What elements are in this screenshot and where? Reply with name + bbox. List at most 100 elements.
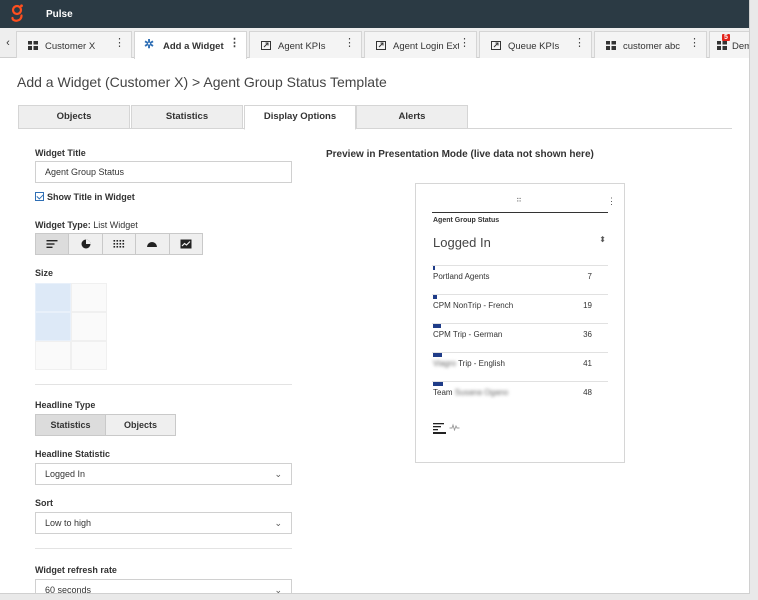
list-item: Viagro Trip - English 41 bbox=[432, 352, 608, 381]
pie-chart-icon bbox=[81, 239, 91, 249]
refresh-rate-select[interactable]: 60 seconds ⌄ bbox=[35, 579, 292, 594]
page-title: Add a Widget (Customer X) > Agent Group … bbox=[17, 74, 387, 90]
tab-menu-icon[interactable]: ⋮ bbox=[459, 38, 470, 49]
card-title-rule bbox=[432, 212, 608, 213]
refresh-rate-label: Widget refresh rate bbox=[35, 565, 117, 575]
list-view-icon[interactable] bbox=[433, 422, 444, 432]
sort-select[interactable]: Low to high ⌄ bbox=[35, 512, 292, 534]
headline-statistic-label: Headline Statistic bbox=[35, 449, 111, 459]
tab-label: Agent KPIs bbox=[278, 41, 326, 52]
list-item: Team Susana Ogano 48 bbox=[432, 381, 608, 410]
size-cell[interactable] bbox=[71, 341, 107, 370]
value-bar bbox=[433, 324, 441, 328]
redacted-text: Viagro bbox=[433, 359, 456, 368]
size-cell[interactable] bbox=[71, 312, 107, 341]
list-icon bbox=[46, 240, 58, 248]
gauge-widget-button[interactable] bbox=[136, 234, 170, 254]
tab-label: customer abc bbox=[623, 41, 681, 52]
grid-icon bbox=[717, 41, 727, 50]
tab-customer-x[interactable]: Customer X ⋮ bbox=[16, 31, 132, 58]
trend-view-icon[interactable] bbox=[449, 423, 460, 432]
redacted-text: Susana Ogano bbox=[454, 388, 509, 397]
drag-handle-icon[interactable]: ⠶ bbox=[516, 195, 522, 204]
notification-badge: 5 bbox=[722, 34, 730, 41]
list-item-value: 41 bbox=[583, 359, 592, 368]
list-item: CPM Trip - German 36 bbox=[432, 323, 608, 352]
list-item-name: Viagro Trip - English bbox=[433, 359, 505, 368]
tab-objects[interactable]: Objects bbox=[18, 105, 130, 129]
tab-label: Customer X bbox=[45, 41, 96, 52]
tab-agent-login-extended[interactable]: Agent Login Exter ⋮ bbox=[364, 31, 477, 58]
app-window: Pulse ‹ Customer X ⋮ ✲ Add a Widget ⋮ Ag… bbox=[0, 0, 750, 594]
tab-menu-icon[interactable]: ⋮ bbox=[229, 38, 240, 49]
show-title-label: Show Title in Widget bbox=[47, 192, 135, 202]
tab-queue-kpis[interactable]: Queue KPIs ⋮ bbox=[479, 31, 592, 58]
grid-icon bbox=[28, 41, 38, 50]
list-item-name: Team Susana Ogano bbox=[433, 388, 508, 397]
tab-customer-abc[interactable]: customer abc ⋮ bbox=[594, 31, 707, 58]
widget-title-input[interactable]: Agent Group Status bbox=[35, 161, 292, 183]
size-cell[interactable] bbox=[35, 283, 71, 312]
top-bar: Pulse bbox=[0, 0, 749, 28]
view-toggle bbox=[433, 421, 460, 434]
show-title-checkbox[interactable]: Show Title in Widget bbox=[35, 192, 135, 204]
grid-widget-button[interactable] bbox=[102, 234, 137, 254]
tab-menu-icon[interactable]: ⋮ bbox=[574, 38, 585, 49]
tab-statistics[interactable]: Statistics bbox=[131, 105, 243, 129]
grid-icon bbox=[606, 41, 616, 50]
tab-menu-icon[interactable]: ⋮ bbox=[689, 38, 700, 49]
value-bar bbox=[433, 382, 443, 386]
tab-menu-icon[interactable]: ⋮ bbox=[344, 38, 355, 49]
size-cell[interactable] bbox=[35, 312, 71, 341]
headline-statistic-value: Logged In bbox=[45, 469, 86, 479]
wizard-tabs: Objects Statistics Display Options Alert… bbox=[18, 105, 732, 130]
external-window-icon bbox=[376, 41, 386, 50]
tab-dem[interactable]: 5 Dem bbox=[709, 31, 749, 58]
active-view-underline bbox=[433, 432, 446, 434]
gauge-icon bbox=[147, 242, 158, 247]
checkbox-checked-icon[interactable] bbox=[35, 192, 44, 201]
chart-widget-button[interactable] bbox=[169, 234, 203, 254]
tab-label: Dem bbox=[732, 41, 749, 52]
external-window-icon bbox=[261, 41, 271, 50]
list-widget-button[interactable] bbox=[36, 234, 70, 254]
tab-menu-icon[interactable]: ⋮ bbox=[114, 38, 125, 49]
tab-display-options[interactable]: Display Options bbox=[244, 105, 356, 130]
refresh-rate-value: 60 seconds bbox=[45, 585, 92, 594]
size-label: Size bbox=[35, 268, 54, 278]
headline-statistic-select[interactable]: Logged In ⌄ bbox=[35, 463, 292, 485]
value-bar bbox=[433, 353, 442, 357]
list-item-name: CPM Trip - German bbox=[433, 330, 503, 339]
app-title: Pulse bbox=[46, 9, 73, 20]
size-picker[interactable] bbox=[35, 283, 107, 370]
size-cell[interactable] bbox=[35, 341, 71, 370]
chevron-down-icon: ⌄ bbox=[274, 585, 282, 594]
tab-add-a-widget[interactable]: ✲ Add a Widget ⋮ bbox=[134, 31, 247, 59]
headline-objects-button[interactable]: Objects bbox=[106, 415, 175, 435]
headline-statistics-button[interactable]: Statistics bbox=[36, 415, 106, 435]
section-divider bbox=[35, 384, 292, 385]
list-item-name-suffix: Trip - English bbox=[455, 359, 505, 368]
section-divider bbox=[35, 548, 292, 549]
sort-arrows-icon[interactable]: ⬍ bbox=[599, 236, 606, 244]
preview-heading: Preview in Presentation Mode (live data … bbox=[326, 149, 594, 160]
donut-widget-button[interactable] bbox=[69, 234, 103, 254]
list-item-name: CPM NonTrip - French bbox=[433, 301, 514, 310]
chevron-down-icon: ⌄ bbox=[274, 469, 282, 479]
value-bar bbox=[433, 266, 435, 270]
genesys-logo-icon bbox=[11, 4, 23, 22]
dot-grid-icon bbox=[113, 240, 125, 248]
scroll-left-icon[interactable]: ‹ bbox=[0, 28, 16, 58]
widget-preview-card: ⠶ ⋮ Agent Group Status Logged In ⬍ Portl… bbox=[415, 183, 625, 463]
sort-label: Sort bbox=[35, 498, 53, 508]
tab-agent-kpis[interactable]: Agent KPIs ⋮ bbox=[249, 31, 362, 58]
tab-label: Queue KPIs bbox=[508, 41, 560, 52]
value-bar bbox=[433, 295, 437, 299]
list-item-name: Portland Agents bbox=[433, 272, 490, 281]
more-menu-icon[interactable]: ⋮ bbox=[607, 197, 616, 206]
widget-type-selector bbox=[35, 233, 203, 255]
line-chart-icon bbox=[180, 239, 192, 249]
tab-alerts[interactable]: Alerts bbox=[356, 105, 468, 129]
size-cell[interactable] bbox=[71, 283, 107, 312]
headline-statistic-display: Logged In bbox=[433, 235, 491, 250]
